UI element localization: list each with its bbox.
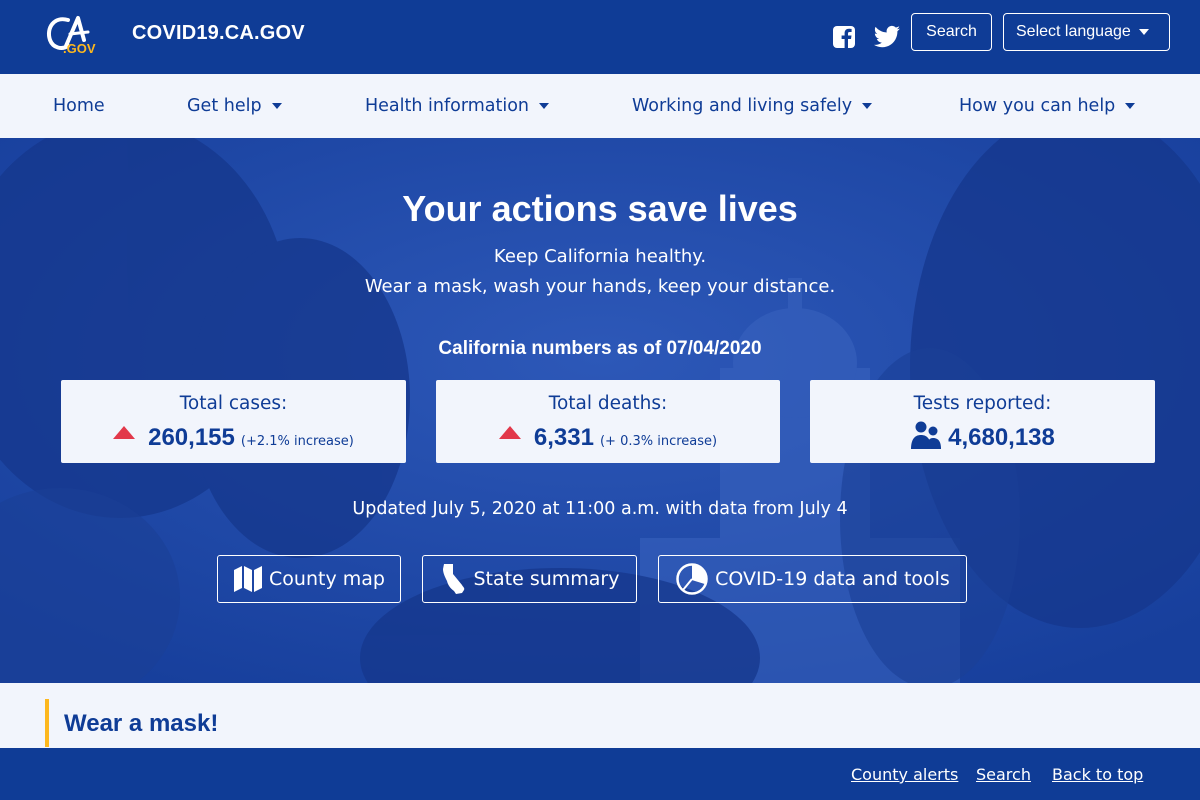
language-select-label: Select language xyxy=(1016,23,1131,40)
facebook-icon[interactable] xyxy=(831,24,857,50)
nav-item-get-help[interactable]: Get help xyxy=(187,96,282,116)
people-icon xyxy=(911,421,942,449)
numbers-heading: California numbers as of 07/04/2020 xyxy=(438,338,762,359)
chevron-down-icon xyxy=(539,103,550,109)
stat-value: 260,155 xyxy=(148,424,235,451)
ca-gov-logo[interactable]: .GOV xyxy=(44,14,104,56)
covid-data-tools-button-label: COVID-19 data and tools xyxy=(715,568,950,590)
alert-title: Wear a mask! xyxy=(64,710,219,737)
chevron-down-icon xyxy=(271,103,282,109)
hero-title: Your actions save lives xyxy=(402,188,798,229)
footer-link-county-alerts[interactable]: County alerts xyxy=(851,765,958,784)
alert-accent-bar xyxy=(45,699,49,747)
stat-card-tests-reported: Tests reported: 4,680,138 xyxy=(810,380,1155,463)
site-title[interactable]: COVID19.CA.GOV xyxy=(132,22,305,45)
state-summary-button-label: State summary xyxy=(473,568,620,590)
stat-label: Total cases: xyxy=(179,393,288,414)
hero-subtitle-line-1: Keep California healthy. xyxy=(493,246,707,267)
main-nav: Home Get help Health information Working… xyxy=(0,74,1200,138)
nav-item-label: How you can help xyxy=(959,96,1116,116)
twitter-icon[interactable] xyxy=(873,24,901,50)
stat-label: Total deaths: xyxy=(548,393,668,414)
language-select[interactable]: Select language xyxy=(1003,13,1170,51)
stat-change: (+2.1% increase) xyxy=(240,434,354,449)
chevron-down-icon xyxy=(1125,103,1136,109)
state-summary-button[interactable]: State summary xyxy=(422,555,637,603)
chevron-down-icon xyxy=(1138,29,1149,35)
red-up-arrow-icon xyxy=(113,425,136,439)
stat-value: 4,680,138 xyxy=(948,424,1055,451)
nav-item-how-you-can-help[interactable]: How you can help xyxy=(959,96,1136,116)
header-search-button[interactable]: Search xyxy=(911,13,992,51)
sticky-footer: County alerts Search Back to top xyxy=(0,748,1200,800)
site-header: .GOV COVID19.CA.GOV Search Select langua… xyxy=(0,0,1200,74)
county-map-button[interactable]: County map xyxy=(217,555,401,603)
california-icon xyxy=(442,564,464,594)
county-map-button-label: County map xyxy=(269,568,385,590)
hero-banner: Your actions save lives Keep California … xyxy=(0,138,1200,683)
stat-card-total-cases: Total cases: 260,155 (+2.1% increase) xyxy=(61,380,406,463)
hero-subtitle-line-2: Wear a mask, wash your hands, keep your … xyxy=(364,276,836,297)
stat-value: 6,331 xyxy=(533,424,594,451)
stat-card-total-deaths: Total deaths: 6,331 (+ 0.3% increase) xyxy=(436,380,780,463)
nav-item-label: Get help xyxy=(187,96,262,116)
nav-item-home[interactable]: Home xyxy=(53,96,105,116)
svg-text:.GOV: .GOV xyxy=(63,41,96,56)
nav-item-label: Working and living safely xyxy=(632,96,853,116)
nav-item-health-information[interactable]: Health information xyxy=(365,96,550,116)
nav-item-working-living-safely[interactable]: Working and living safely xyxy=(632,96,873,116)
stat-change: (+ 0.3% increase) xyxy=(599,434,718,449)
footer-link-search[interactable]: Search xyxy=(976,765,1031,784)
chevron-down-icon xyxy=(862,103,873,109)
updated-timestamp: Updated July 5, 2020 at 11:00 a.m. with … xyxy=(352,499,848,519)
stat-label: Tests reported: xyxy=(913,393,1052,414)
red-up-arrow-icon xyxy=(498,425,521,439)
footer-link-back-to-top[interactable]: Back to top xyxy=(1052,765,1143,784)
map-icon xyxy=(234,566,263,592)
nav-item-label: Health information xyxy=(365,96,530,116)
covid-data-tools-button[interactable]: COVID-19 data and tools xyxy=(658,555,967,603)
pie-chart-icon xyxy=(676,563,708,595)
nav-item-label: Home xyxy=(53,96,105,116)
